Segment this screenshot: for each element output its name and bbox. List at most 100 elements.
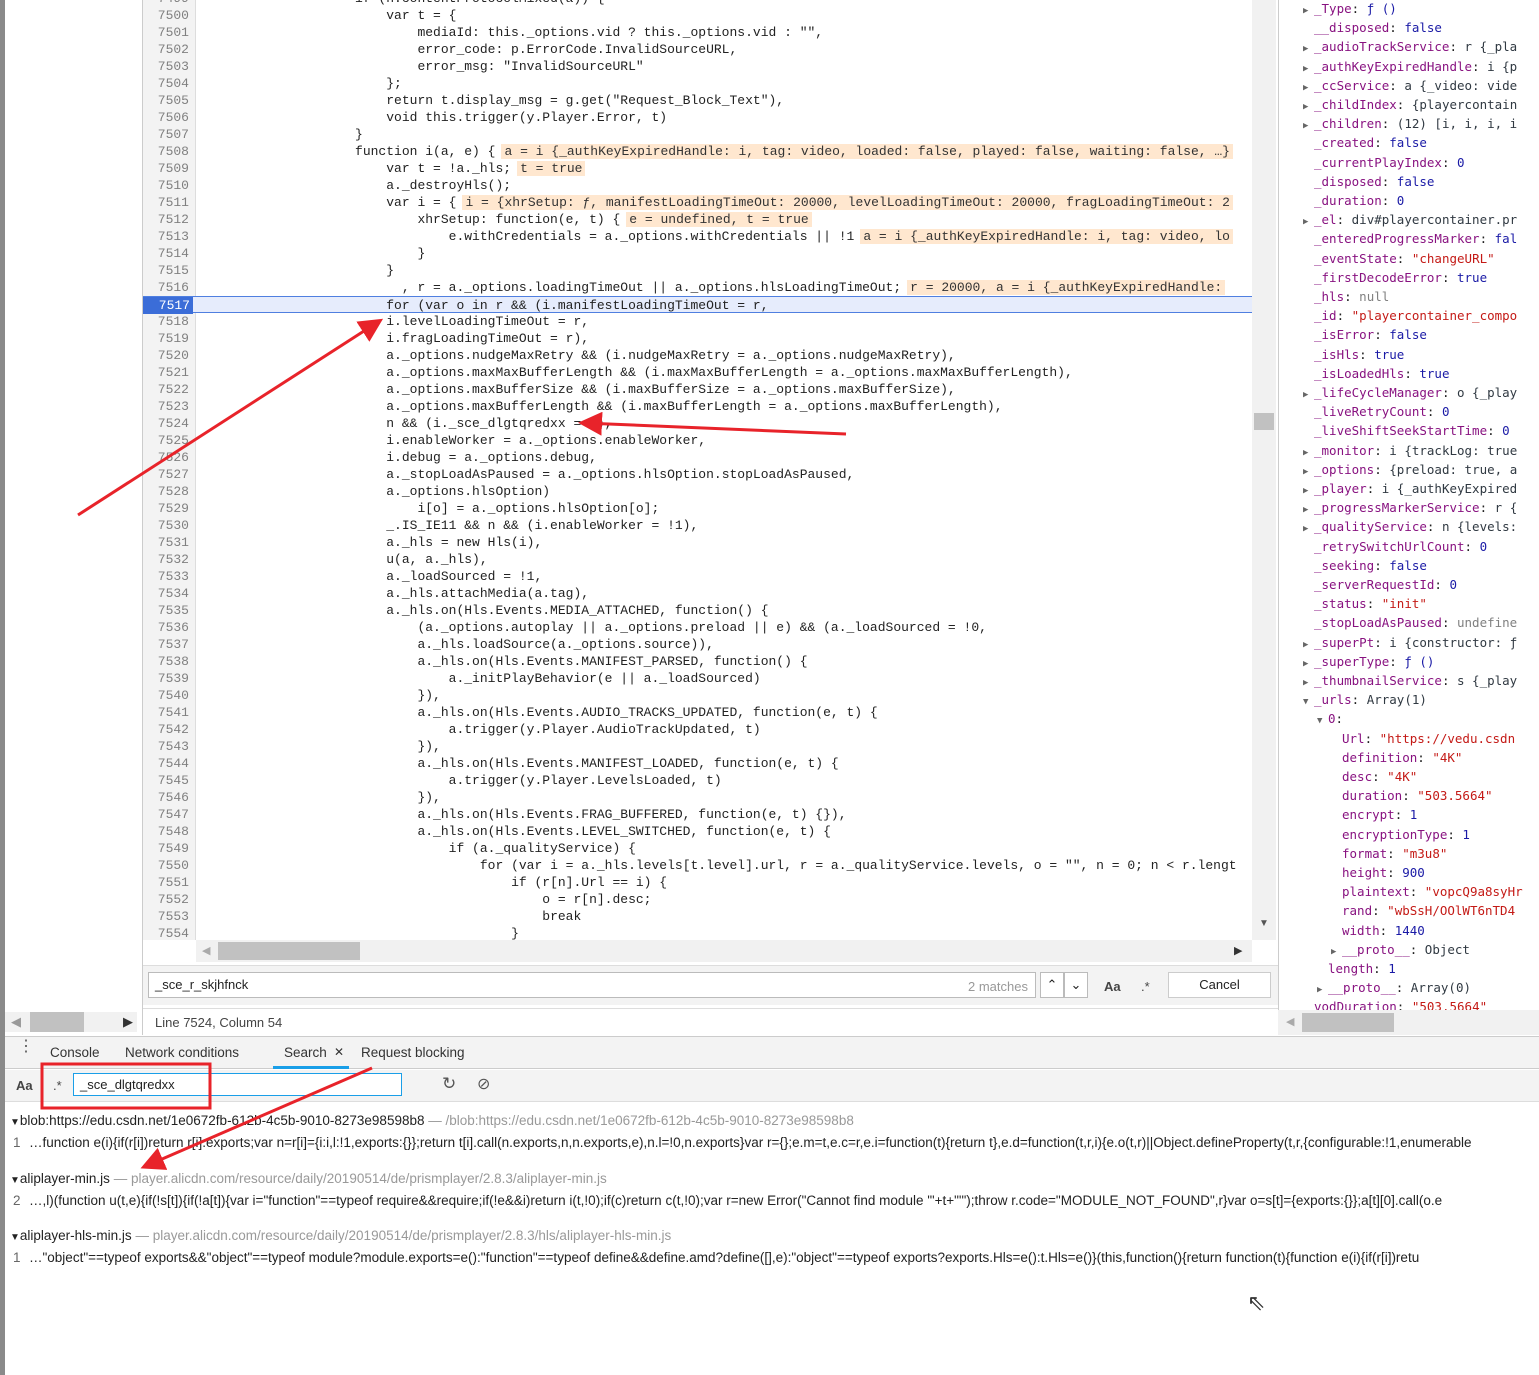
line-number[interactable]: 7522 bbox=[143, 381, 189, 398]
editor-horizontal-scrollbar[interactable]: ◀ ▶ bbox=[196, 940, 1252, 962]
next-match-button[interactable]: ⌄ bbox=[1064, 972, 1088, 998]
scope-property[interactable]: ▶ __proto__: Object bbox=[1331, 940, 1470, 959]
line-number[interactable]: 7519 bbox=[143, 330, 189, 347]
code-line[interactable]: 7506 void this.trigger(y.Player.Error, t… bbox=[143, 109, 1252, 126]
code-line[interactable]: 7538 a._hls.on(Hls.Events.MANIFEST_PARSE… bbox=[143, 653, 1252, 670]
close-tab-icon[interactable]: ✕ bbox=[334, 1045, 344, 1059]
current-line[interactable]: 7517 for (var o in r && (i.manifestLoadi… bbox=[143, 296, 1252, 314]
scope-horizontal-scrollbar[interactable]: ◀ bbox=[1278, 1010, 1539, 1035]
scope-property[interactable]: encrypt: 1 bbox=[1331, 805, 1417, 824]
line-number[interactable]: 7518 bbox=[143, 313, 189, 330]
match-case-toggle[interactable]: Aa bbox=[16, 1078, 33, 1093]
scroll-thumb[interactable] bbox=[1302, 1013, 1394, 1032]
code-line[interactable]: 7533 a._loadSourced = !1, bbox=[143, 568, 1252, 585]
code-line[interactable]: 7505 return t.display_msg = g.get("Reque… bbox=[143, 92, 1252, 109]
code-line[interactable]: 7546 }), bbox=[143, 789, 1252, 806]
result-file-header[interactable]: ▼aliplayer-hls-min.js — player.alicdn.co… bbox=[10, 1228, 671, 1243]
line-number[interactable]: 7510 bbox=[143, 177, 189, 194]
regex-toggle[interactable]: .* bbox=[53, 1078, 62, 1093]
cancel-button[interactable]: Cancel bbox=[1168, 972, 1271, 998]
tab-console[interactable]: Console bbox=[50, 1045, 100, 1060]
scope-property[interactable]: ▶ _qualityService: n {levels: bbox=[1303, 517, 1517, 536]
code-line[interactable]: 7537 a._hls.loadSource(a._options.source… bbox=[143, 636, 1252, 653]
tab-search[interactable]: Search bbox=[284, 1045, 327, 1060]
expanded-arrow-icon[interactable]: ▼ bbox=[10, 1232, 20, 1243]
line-number[interactable]: 7544 bbox=[143, 755, 189, 772]
code-line[interactable]: 7511 var i = {i = {xhrSetup: ƒ, manifest… bbox=[143, 194, 1252, 211]
line-number[interactable]: 7500 bbox=[143, 7, 189, 24]
scope-property[interactable]: _duration: 0 bbox=[1303, 191, 1404, 210]
scroll-left-icon[interactable]: ◀ bbox=[202, 944, 210, 957]
scope-property[interactable]: _enteredProgressMarker: fal bbox=[1303, 229, 1517, 248]
scope-property[interactable]: ▶ _ccService: a {_video: vide bbox=[1303, 76, 1517, 95]
code-line[interactable]: 7536 (a._options.autoplay || a._options.… bbox=[143, 619, 1252, 636]
code-line[interactable]: 7554 } bbox=[143, 925, 1252, 940]
scope-property[interactable]: _created: false bbox=[1303, 133, 1427, 152]
line-number[interactable]: 7501 bbox=[143, 24, 189, 41]
result-file-header[interactable]: ▼blob:https://edu.csdn.net/1e0672fb-612b… bbox=[10, 1113, 854, 1128]
code-line[interactable]: 7520 a._options.nudgeMaxRetry && (i.nudg… bbox=[143, 347, 1252, 364]
line-number[interactable]: 7553 bbox=[143, 908, 189, 925]
scope-property[interactable]: ▶ _el: div#playercontainer.pr bbox=[1303, 210, 1517, 229]
scope-property[interactable]: _isHls: true bbox=[1303, 345, 1404, 364]
line-number[interactable]: 7529 bbox=[143, 500, 189, 517]
scope-property[interactable]: plaintext: "vopcQ9a8syHr bbox=[1331, 882, 1523, 901]
scope-property[interactable]: ▶ _authKeyExpiredHandle: i {p bbox=[1303, 57, 1517, 76]
scope-property[interactable]: rand: "wbSsH/OOlWT6nTD4 bbox=[1331, 901, 1515, 920]
line-number[interactable]: 7514 bbox=[143, 245, 189, 262]
more-menu-icon[interactable]: ⋮ bbox=[18, 1039, 34, 1055]
line-number[interactable]: 7540 bbox=[143, 687, 189, 704]
line-number[interactable]: 7538 bbox=[143, 653, 189, 670]
code-line[interactable]: 7526 i.debug = a._options.debug, bbox=[143, 449, 1252, 466]
code-line[interactable]: 7541 a._hls.on(Hls.Events.AUDIO_TRACKS_U… bbox=[143, 704, 1252, 721]
line-number[interactable]: 7530 bbox=[143, 517, 189, 534]
line-number[interactable]: 7541 bbox=[143, 704, 189, 721]
line-number[interactable]: 7543 bbox=[143, 738, 189, 755]
tab-network-conditions[interactable]: Network conditions bbox=[125, 1045, 239, 1060]
scroll-thumb[interactable] bbox=[1254, 413, 1274, 430]
line-number[interactable]: 7506 bbox=[143, 109, 189, 126]
code-line[interactable]: 7532 u(a, a._hls), bbox=[143, 551, 1252, 568]
scope-property[interactable]: _liveRetryCount: 0 bbox=[1303, 402, 1449, 421]
scope-property[interactable]: ▶ _superType: ƒ () bbox=[1303, 652, 1434, 671]
code-line[interactable]: 7534 a._hls.attachMedia(a.tag), bbox=[143, 585, 1252, 602]
code-line[interactable]: 7540 }), bbox=[143, 687, 1252, 704]
navigator-scrollbar[interactable]: ◀ ▶ bbox=[5, 1012, 137, 1032]
scope-property[interactable]: height: 900 bbox=[1331, 863, 1425, 882]
expanded-arrow-icon[interactable]: ▼ bbox=[10, 1175, 20, 1186]
code-line[interactable]: 7519 i.fragLoadingTimeOut = r), bbox=[143, 330, 1252, 347]
code-line[interactable]: 7504 }; bbox=[143, 75, 1252, 92]
code-line[interactable]: 7535 a._hls.on(Hls.Events.MEDIA_ATTACHED… bbox=[143, 602, 1252, 619]
scope-property[interactable]: ▶ _superPt: i {constructor: ƒ bbox=[1303, 633, 1517, 652]
search-input[interactable]: _sce_dlgtqredxx bbox=[73, 1073, 402, 1096]
code-line[interactable]: 7525 i.enableWorker = a._options.enableW… bbox=[143, 432, 1252, 449]
clear-icon[interactable]: ⊘ bbox=[477, 1074, 490, 1094]
code-line[interactable]: 7509 var t = !a._hls; t = true bbox=[143, 160, 1252, 177]
scope-property[interactable]: desc: "4K" bbox=[1331, 767, 1417, 786]
scope-property[interactable]: ▶ _audioTrackService: r {_pla bbox=[1303, 37, 1517, 56]
code-line[interactable]: 7539 a._initPlayBehavior(e || a._loadSou… bbox=[143, 670, 1252, 687]
tab-request-blocking[interactable]: Request blocking bbox=[361, 1045, 465, 1060]
line-number[interactable]: 7523 bbox=[143, 398, 189, 415]
code-line[interactable]: 7513 e.withCredentials = a._options.with… bbox=[143, 228, 1252, 245]
editor-vertical-scrollbar[interactable]: ▼ bbox=[1252, 0, 1276, 940]
code-line[interactable]: 7545 a.trigger(y.Player.LevelsLoaded, t) bbox=[143, 772, 1252, 789]
code-line[interactable]: 7503 error_msg: "InvalidSourceURL" bbox=[143, 58, 1252, 75]
code-line[interactable]: 7524 n && (i._sce_dlgtqredxx = n), bbox=[143, 415, 1252, 432]
code-line[interactable]: 7507 } bbox=[143, 126, 1252, 143]
line-number[interactable]: 7539 bbox=[143, 670, 189, 687]
expanded-arrow-icon[interactable]: ▼ bbox=[1303, 693, 1314, 712]
code-line[interactable]: 7543 }), bbox=[143, 738, 1252, 755]
code-line[interactable]: 7548 a._hls.on(Hls.Events.LEVEL_SWITCHED… bbox=[143, 823, 1252, 840]
line-number[interactable]: 7504 bbox=[143, 75, 189, 92]
scope-property[interactable]: vodDuration: "503.5664" bbox=[1303, 997, 1487, 1010]
result-file-header[interactable]: ▼aliplayer-min.js — player.alicdn.com/re… bbox=[10, 1171, 607, 1186]
scope-property[interactable]: ▼ 0: bbox=[1317, 709, 1351, 728]
line-number[interactable]: 7534 bbox=[143, 585, 189, 602]
line-number[interactable]: 7515 bbox=[143, 262, 189, 279]
code-line[interactable]: 7547 a._hls.on(Hls.Events.FRAG_BUFFERED,… bbox=[143, 806, 1252, 823]
scroll-down-icon[interactable]: ▼ bbox=[1259, 918, 1269, 929]
line-number[interactable]: 7537 bbox=[143, 636, 189, 653]
code-line[interactable]: 7501 mediaId: this._options.vid ? this._… bbox=[143, 24, 1252, 41]
code-editor[interactable]: 7499 if (n.contentProtocolMixed(a)) {750… bbox=[143, 0, 1252, 940]
